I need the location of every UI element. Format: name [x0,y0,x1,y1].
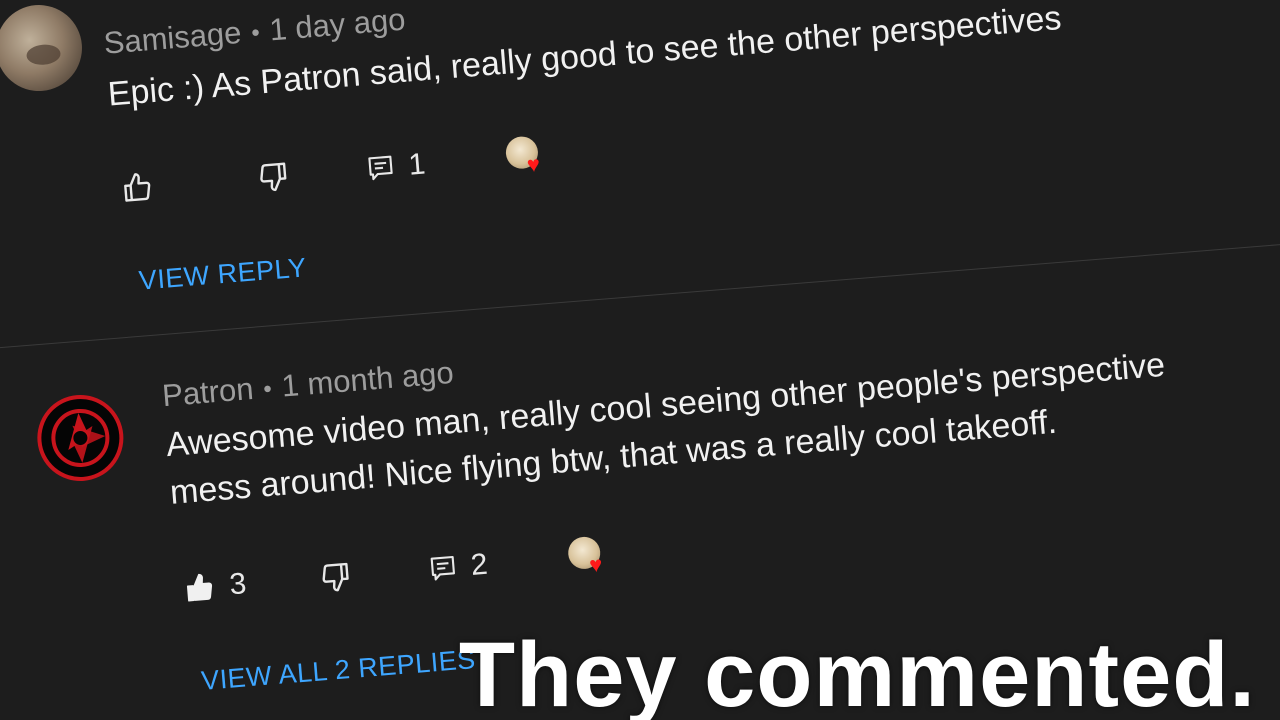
like-button[interactable] [120,162,258,205]
dislike-button[interactable] [256,153,368,194]
thumbs-up-icon [183,571,217,605]
comment-author[interactable]: Patron [161,371,255,413]
comments-list: Samisage • 1 day ago Epic :) As Patron sai… [0,0,1280,696]
thumbs-down-icon [318,560,352,594]
avatar[interactable] [0,1,86,95]
comment-actions: 1 ♥ [120,135,548,209]
heart-icon: ♥ [525,151,541,178]
reply-count: 1 [407,147,427,182]
view-all-replies-link[interactable]: VIEW ALL 2 REPLIES [200,644,477,697]
reply-button[interactable]: 2 [428,541,570,586]
meta-separator: • [262,375,273,403]
channel-logo-icon [51,408,110,467]
reply-icon [428,553,458,583]
heart-icon: ♥ [588,551,604,578]
avatar[interactable] [34,391,127,485]
overlay-caption: They commented. [458,624,1256,720]
thumbs-up-icon [120,170,154,204]
thumbs-down-icon [256,159,290,193]
comment-author[interactable]: Samisage [102,15,242,61]
reply-count: 2 [469,547,489,583]
creator-heart-icon[interactable]: ♥ [504,135,548,178]
reply-button[interactable]: 1 [365,141,507,186]
comment-time: 1 month ago [280,354,455,404]
like-button[interactable]: 3 [182,561,320,606]
comment-time: 1 day ago [268,1,407,48]
creator-heart-icon[interactable]: ♥ [566,535,610,578]
like-count: 3 [228,567,248,602]
dislike-button[interactable] [318,553,430,594]
reply-icon [366,153,396,183]
comments-screen: Samisage • 1 day ago Epic :) As Patron sai… [0,0,1280,720]
view-reply-link[interactable]: VIEW REPLY [138,252,308,296]
meta-separator: • [250,19,261,47]
comment-actions: 3 2 ♥ [182,535,610,609]
